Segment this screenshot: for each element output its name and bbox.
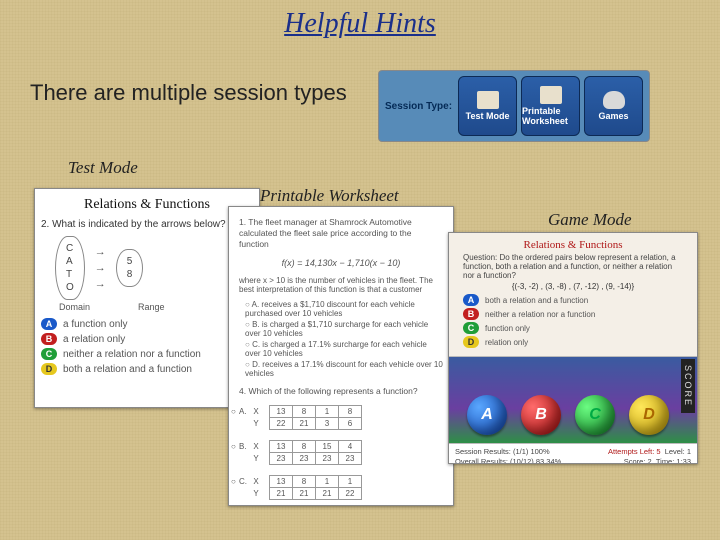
gchoice-a[interactable]: Aboth a relation and a function xyxy=(463,294,683,306)
btn-label: Games xyxy=(599,111,629,121)
document-icon xyxy=(477,91,499,109)
opt-a[interactable]: A. receives a $1,710 discount for each v… xyxy=(245,300,443,318)
range-oval: 5 8 xyxy=(116,249,144,287)
game-ordered-pairs: {(-3, -2) , (3, -8) , (7, -12) , (9, -14… xyxy=(455,282,691,294)
opt-c[interactable]: C. is charged a 17.1% surcharge for each… xyxy=(245,340,443,358)
domain-range-labels: Domain Range xyxy=(59,302,253,312)
session-type-strip: Session Type: Test Mode Printable Worksh… xyxy=(378,70,650,142)
work-q2: 4. Which of the following represents a f… xyxy=(239,386,443,397)
arrow-icon: →→→ xyxy=(95,246,106,290)
game-arena: SCORE A B C D xyxy=(449,357,697,443)
choice-d[interactable]: Dboth a relation and a function xyxy=(41,363,253,375)
caption-worksheet: Printable Worksheet xyxy=(260,186,399,206)
test-mode-button[interactable]: Test Mode xyxy=(458,76,517,136)
strip-label: Session Type: xyxy=(385,101,452,112)
game-choices: Aboth a relation and a function Bneither… xyxy=(455,294,691,352)
work-table: X13811Y21212122 xyxy=(245,475,362,500)
gchoice-b[interactable]: Bneither a relation nor a function xyxy=(463,308,683,320)
ball-b[interactable]: B xyxy=(521,395,561,435)
work-note: where x > 10 is the number of vehicles i… xyxy=(239,276,443,294)
work-tables: ○A.X13818Y222136○B.X138154Y23232323○C.X1… xyxy=(245,405,443,506)
test-choices: Aa function only Ba relation only Cneith… xyxy=(41,318,253,375)
work-table: X138154Y23232323 xyxy=(245,440,362,465)
btn-label: Printable Worksheet xyxy=(522,106,579,126)
domain-oval: C A T O xyxy=(55,236,85,300)
game-header-bar: Relations & Functions Question: Do the o… xyxy=(449,233,697,357)
caption-test: Test Mode xyxy=(68,158,138,178)
gchoice-d[interactable]: Drelation only xyxy=(463,336,683,348)
printable-worksheet-button[interactable]: Printable Worksheet xyxy=(521,76,580,136)
choice-b[interactable]: Ba relation only xyxy=(41,333,253,345)
opt-d[interactable]: D. receives a 17.1% discount for each ve… xyxy=(245,360,443,378)
mapping-diagram: C A T O →→→ 5 8 xyxy=(55,236,253,300)
gamepad-icon xyxy=(603,91,625,109)
test-mode-panel: Relations & Functions 2. What is indicat… xyxy=(34,188,260,408)
score-label: SCORE xyxy=(681,359,695,413)
choice-c[interactable]: Cneither a relation nor a function xyxy=(41,348,253,360)
game-title: Relations & Functions xyxy=(455,239,691,251)
worksheet-panel: 1. The fleet manager at Shamrock Automot… xyxy=(228,206,454,506)
work-options: A. receives a $1,710 discount for each v… xyxy=(245,300,443,378)
gchoice-c[interactable]: Cfunction only xyxy=(463,322,683,334)
subtitle: There are multiple session types xyxy=(30,80,347,106)
page-title: Helpful Hints xyxy=(0,8,720,40)
work-formula: f(x) = 14,130x − 1,710(x − 10) xyxy=(239,258,443,268)
ball-c[interactable]: C xyxy=(575,395,615,435)
work-q1: 1. The fleet manager at Shamrock Automot… xyxy=(239,217,443,250)
game-question: Question: Do the ordered pairs below rep… xyxy=(455,253,691,282)
work-table: X13818Y222136 xyxy=(245,405,362,430)
caption-game: Game Mode xyxy=(548,210,632,230)
game-panel: Relations & Functions Question: Do the o… xyxy=(448,232,698,464)
worksheet-icon xyxy=(540,86,562,104)
opt-b[interactable]: B. is charged a $1,710 surcharge for eac… xyxy=(245,320,443,338)
btn-label: Test Mode xyxy=(466,111,510,121)
games-button[interactable]: Games xyxy=(584,76,643,136)
ball-d[interactable]: D xyxy=(629,395,669,435)
game-status: Session Results: (1/1) 100%Attempts Left… xyxy=(449,443,697,464)
test-header: Relations & Functions xyxy=(41,197,253,213)
ball-a[interactable]: A xyxy=(467,395,507,435)
choice-a[interactable]: Aa function only xyxy=(41,318,253,330)
test-question: 2. What is indicated by the arrows below… xyxy=(41,219,253,230)
